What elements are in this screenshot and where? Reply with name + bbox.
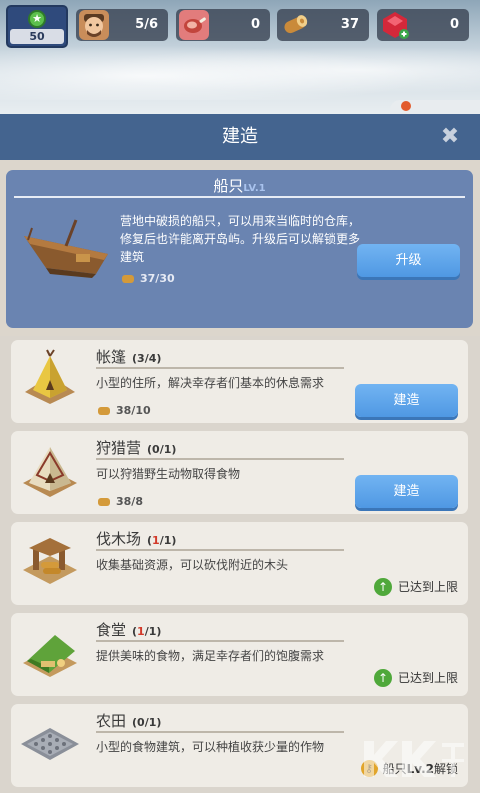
status-text: 已达到上限 xyxy=(397,671,458,685)
build-panel-header: 建造 ✖ xyxy=(0,114,480,160)
wood-log-icon xyxy=(98,407,110,415)
building-description: 小型的食物建筑，可以种植收获少量的作物 xyxy=(96,740,325,754)
building-name: 食堂 (1/1) xyxy=(96,619,161,640)
survivor-face-icon xyxy=(79,10,109,40)
building-name-text: 农田 xyxy=(96,712,127,730)
boat-title: 船只LV.1 xyxy=(6,175,473,196)
max-level-status: ↑ 已达到上限 xyxy=(373,669,458,687)
red-gem-icon xyxy=(380,10,410,40)
arrow-up-icon: ↑ xyxy=(373,669,392,687)
building-name-text: 食堂 xyxy=(96,621,127,639)
building-description: 小型的住所，解决幸存者们基本的休息需求 xyxy=(96,376,325,390)
building-count: (3/4) xyxy=(132,352,162,365)
boat-name: 船只 xyxy=(213,177,244,195)
lumber-mill-image xyxy=(19,530,81,592)
gems-value: 0 xyxy=(449,17,459,32)
divider xyxy=(96,640,344,642)
wood-log-icon xyxy=(98,498,110,506)
status-text: 已达到上限 xyxy=(397,580,458,594)
building-cost-value: 38/10 xyxy=(116,404,151,417)
divider xyxy=(96,367,344,369)
build-button-tent[interactable]: 建造 xyxy=(355,384,458,417)
boat-cost-value: 37/30 xyxy=(140,272,175,285)
wood-log-icon xyxy=(122,275,134,283)
survivors-counter[interactable]: 5/6 xyxy=(76,9,168,41)
building-list[interactable]: 帐篷 (3/4) 小型的住所，解决幸存者们基本的休息需求 38/10 建造 狩猎营… xyxy=(0,336,480,793)
building-name: 狩猎营 (0/1) xyxy=(96,437,176,458)
building-name: 农田 (0/1) xyxy=(96,710,161,731)
meat-value: 0 xyxy=(250,17,260,32)
building-name-text: 伐木场 xyxy=(96,530,142,548)
count-max: /1) xyxy=(144,625,162,638)
close-icon[interactable]: ✖ xyxy=(438,125,462,149)
tent-image xyxy=(19,348,81,410)
building-description: 收集基础资源，可以砍伐附近的木头 xyxy=(96,558,289,572)
boat-card: 船只LV.1 营地中破损的船只，可以用来当临时的仓库，修复后也许能离开岛屿。升级… xyxy=(6,170,473,328)
building-description: 可以狩猎野生动物取得食物 xyxy=(96,467,241,481)
boat-description: 营地中破损的船只，可以用来当临时的仓库，修复后也许能离开岛屿。升级后可以解锁更多… xyxy=(120,214,361,264)
survivors-value: 5/6 xyxy=(135,17,158,32)
divider xyxy=(96,731,344,733)
divider xyxy=(14,196,465,198)
building-cost: 38/8 xyxy=(98,495,143,508)
count-current: 1 xyxy=(152,534,160,547)
building-cost: 38/10 xyxy=(98,404,151,417)
build-button-hunting-camp[interactable]: 建造 xyxy=(355,475,458,508)
page-title: 建造 xyxy=(222,126,258,147)
player-level: 50 xyxy=(10,29,64,44)
list-item-canteen: 食堂 (1/1) 提供美味的食物，满足幸存者们的饱腹需求 ↑ 已达到上限 xyxy=(11,613,468,696)
building-count: (1/1) xyxy=(132,625,161,638)
list-item-tent: 帐篷 (3/4) 小型的住所，解决幸存者们基本的休息需求 38/10 建造 xyxy=(11,340,468,423)
hunting-camp-image xyxy=(19,439,81,501)
building-count: (0/1) xyxy=(132,716,162,729)
building-name: 伐木场 (1/1) xyxy=(96,528,176,549)
gems-counter[interactable]: 0 xyxy=(377,9,469,41)
arrow-up-icon: ↑ xyxy=(373,578,392,596)
count-max: /1) xyxy=(159,534,177,547)
divider xyxy=(96,458,344,460)
max-level-status: ↑ 已达到上限 xyxy=(373,578,458,596)
building-name-text: 狩猎营 xyxy=(96,439,142,457)
list-item-lumber-mill: 伐木场 (1/1) 收集基础资源，可以砍伐附近的木头 ↑ 已达到上限 xyxy=(11,522,468,605)
canteen-image xyxy=(19,621,81,683)
building-cost-value: 38/8 xyxy=(116,495,143,508)
building-name-text: 帐篷 xyxy=(96,348,127,366)
notification-dot[interactable] xyxy=(401,101,411,111)
meat-counter[interactable]: 0 xyxy=(176,9,270,41)
watermark-logo xyxy=(358,735,468,783)
boat-level: LV.1 xyxy=(243,183,266,194)
building-count: (0/1) xyxy=(147,443,177,456)
farmland-image xyxy=(19,712,81,774)
list-item-hunting-camp: 狩猎营 (0/1) 可以狩猎野生动物取得食物 38/8 建造 xyxy=(11,431,468,514)
building-description: 提供美味的食物，满足幸存者们的饱腹需求 xyxy=(96,649,325,663)
divider xyxy=(96,549,344,551)
count-current: 1 xyxy=(137,625,145,638)
boat-image xyxy=(16,206,116,286)
meat-icon xyxy=(179,10,209,40)
upgrade-button[interactable]: 升级 xyxy=(357,244,460,277)
player-level-badge[interactable]: ★ 50 xyxy=(6,5,68,48)
star-icon: ★ xyxy=(28,10,46,28)
building-count: (1/1) xyxy=(147,534,176,547)
boat-cost: 37/30 xyxy=(122,272,175,285)
building-name: 帐篷 (3/4) xyxy=(96,346,161,367)
wood-log-icon xyxy=(280,10,310,40)
wood-value: 37 xyxy=(340,17,359,32)
wood-counter[interactable]: 37 xyxy=(277,9,369,41)
